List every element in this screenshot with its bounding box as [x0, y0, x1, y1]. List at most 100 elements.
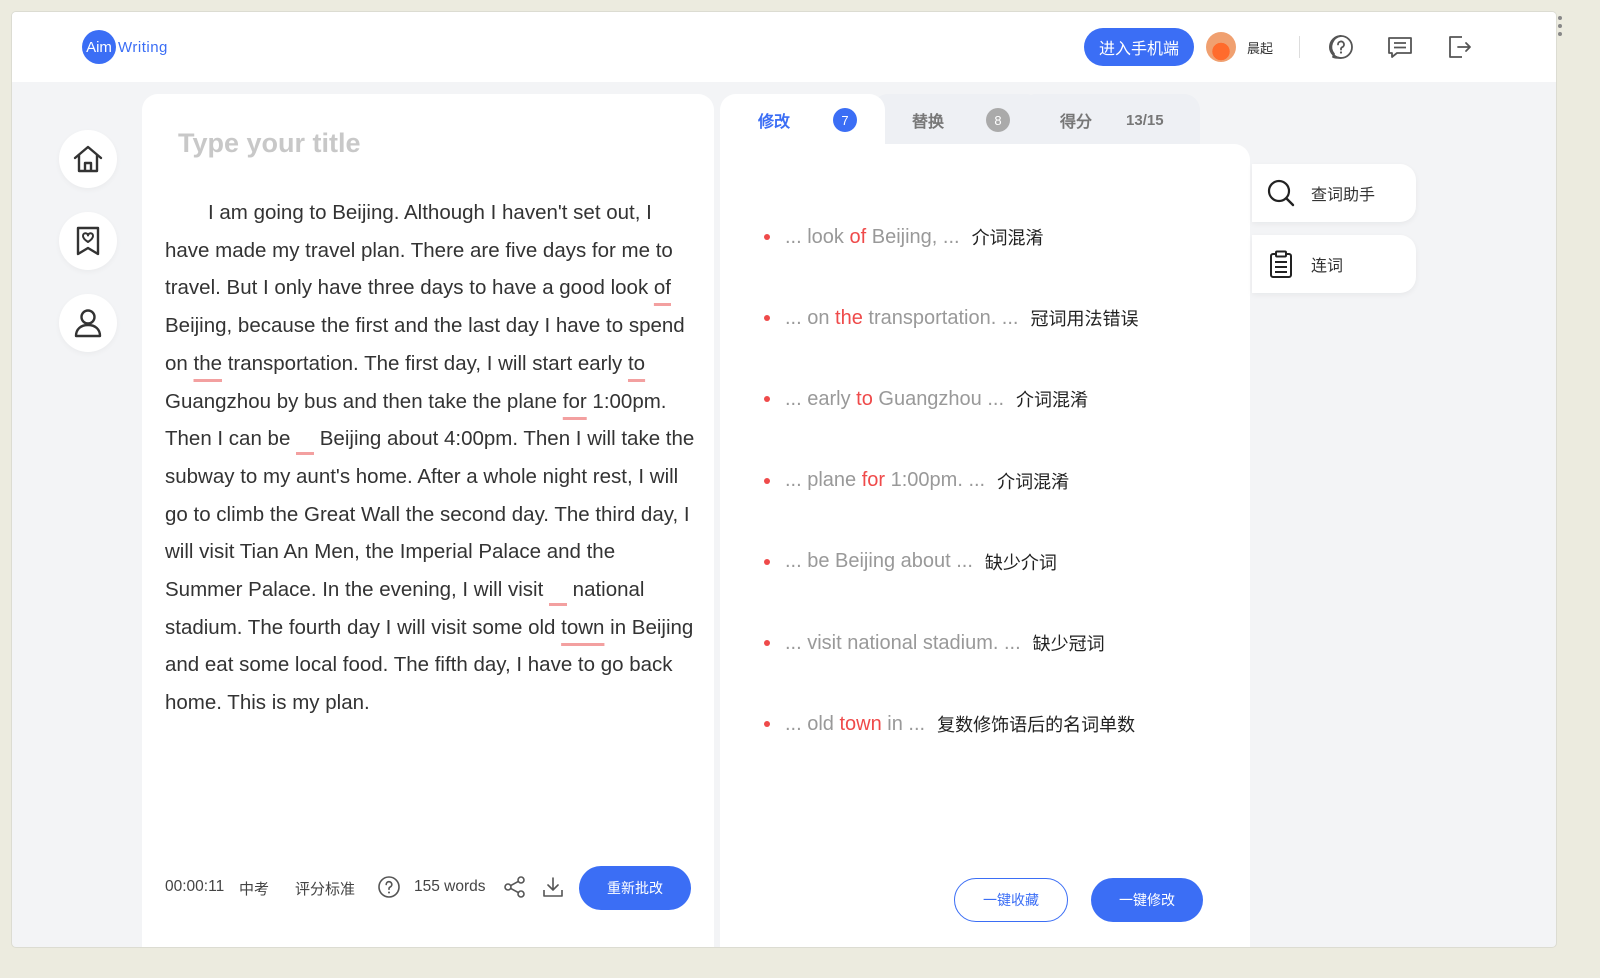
recheck-button[interactable]: 重新批改: [579, 866, 691, 910]
download-icon[interactable]: [540, 874, 566, 900]
suggestions-panel: ... look of Beijing, ... 介词混淆 ... on the t…: [720, 144, 1250, 947]
suggestion-context: ... old town in ...: [785, 713, 925, 736]
context-text: ... plane: [785, 469, 862, 492]
favorites-nav-button[interactable]: [59, 212, 117, 270]
word-lookup-tool[interactable]: 查词助手: [1252, 164, 1416, 222]
editor-footer: 00:00:11 中考 评分标准 155 words 重新批改: [165, 864, 695, 912]
suggestion-item[interactable]: ... plane for 1:00pm. ... 介词混淆: [764, 466, 1069, 496]
title-input[interactable]: Type your title: [178, 128, 361, 159]
error-type: 缺少介词: [984, 552, 1057, 574]
home-nav-button[interactable]: [59, 130, 117, 188]
bullet-dot: [764, 234, 770, 240]
logo-text: Writing: [118, 38, 168, 56]
window-menu-icon[interactable]: [1558, 16, 1564, 40]
context-text: ... visit national stadium. ...: [785, 631, 1021, 654]
collect-all-button[interactable]: 一键收藏: [954, 878, 1068, 922]
missing-word-marker[interactable]: [548, 596, 567, 607]
suggestion-context: ... on the transportation. ...: [785, 307, 1018, 330]
context-text: ... be Beijing about ...: [785, 550, 973, 573]
mobile-version-button[interactable]: 进入手机端: [1084, 28, 1194, 66]
message-icon[interactable]: [1386, 33, 1414, 61]
user-icon: [74, 309, 102, 338]
error-word: the: [835, 306, 863, 329]
suggestion-item[interactable]: ... visit national stadium. ... 缺少冠词: [764, 628, 1105, 658]
error-type: 介词混淆: [997, 471, 1070, 493]
error-type: 介词混淆: [1016, 390, 1089, 412]
error-highlight[interactable]: town: [561, 616, 604, 639]
error-type: 介词混淆: [971, 228, 1044, 249]
logout-icon[interactable]: [1445, 33, 1473, 61]
essay-text-segment: I am going to Beijing. Although I haven'…: [165, 201, 673, 300]
avatar[interactable]: [1206, 32, 1236, 62]
tool-label: 查词助手: [1311, 185, 1376, 204]
essay-text-segment: Beijing about 4:00pm. Then I will take t…: [165, 427, 695, 602]
help-bubble-icon[interactable]: [1327, 33, 1355, 61]
home-icon: [73, 145, 103, 173]
score-value: 13/15: [1126, 111, 1164, 129]
suggestion-item[interactable]: ... on the transportation. ... 冠词用法错误: [764, 303, 1138, 333]
error-word: for: [861, 469, 886, 492]
error-highlight[interactable]: to: [628, 352, 645, 375]
scoring-criteria-link[interactable]: 评分标准: [295, 878, 355, 899]
tool-label: 连词: [1311, 256, 1344, 275]
bullet-dot: [764, 558, 770, 565]
context-text: Guangzhou ...: [872, 387, 1005, 410]
error-type: 复数修饰语后的名词单数: [937, 715, 1136, 737]
context-text: transportation. ...: [862, 306, 1019, 329]
bullet-dot: [764, 640, 770, 646]
tab-label: 修改: [758, 112, 791, 131]
suggestion-context: ... be Beijing about ...: [785, 550, 973, 573]
bullet-dot: [764, 721, 770, 728]
help-circle-icon[interactable]: [376, 874, 402, 900]
revise-count-badge: 7: [833, 108, 858, 132]
bullet-dot: [764, 477, 770, 484]
replace-count-badge: 8: [986, 108, 1011, 132]
bookmark-heart-icon: [76, 226, 100, 256]
logo-mark: Aim: [82, 30, 116, 64]
tab-replace[interactable]: 替换 8: [872, 94, 1042, 146]
essay-text-segment: Guangzhou by bus and then take the plane: [165, 389, 563, 413]
error-highlight[interactable]: for: [563, 390, 587, 413]
connectives-tool[interactable]: 连词: [1252, 235, 1416, 293]
username[interactable]: 晨起: [1247, 38, 1273, 57]
essay-text-segment: transportation. The first day, I will st…: [222, 351, 628, 375]
missing-word-marker[interactable]: [296, 445, 315, 456]
logo[interactable]: Aim Writing: [82, 30, 168, 64]
share-icon[interactable]: [502, 874, 528, 900]
suggestion-context: ... look of Beijing, ...: [785, 226, 960, 249]
suggestion-item[interactable]: ... look of Beijing, ... 介词混淆: [764, 222, 1044, 252]
error-highlight[interactable]: of: [654, 276, 671, 299]
suggestion-context: ... plane for 1:00pm. ...: [785, 469, 985, 492]
error-word: to: [856, 387, 873, 410]
suggestion-item[interactable]: ... be Beijing about ... 缺少介词: [764, 547, 1057, 577]
suggestion-item[interactable]: ... old town in ... 复数修饰语后的名词单数: [764, 709, 1135, 739]
context-text: Beijing, ...: [866, 225, 960, 248]
tab-revise[interactable]: 修改 7: [720, 94, 885, 146]
context-text: ... look: [785, 225, 850, 248]
tab-label: 得分: [1060, 112, 1093, 131]
context-text: ... early: [785, 387, 857, 410]
word-count: 155 words: [414, 878, 486, 895]
profile-nav-button[interactable]: [59, 294, 117, 352]
essay-text[interactable]: I am going to Beijing. Although I haven'…: [165, 194, 695, 722]
context-text: ... old: [785, 712, 840, 735]
error-type: 缺少冠词: [1032, 634, 1105, 655]
clipboard-icon: [1270, 250, 1292, 278]
result-tabs: 得分 13/15 替换 8 修改 7: [720, 94, 1200, 146]
fix-all-button[interactable]: 一键修改: [1091, 878, 1203, 922]
error-type: 冠词用法错误: [1030, 309, 1139, 331]
header-divider: [1299, 36, 1300, 58]
app-window: Aim Writing 进入手机端 晨起 Type your title I a…: [12, 12, 1556, 947]
suggestion-context: ... visit national stadium. ...: [785, 632, 1021, 655]
context-text: ... on: [785, 306, 836, 329]
error-word: town: [839, 712, 882, 735]
tab-score[interactable]: 得分 13/15: [1020, 94, 1200, 146]
suggestion-item[interactable]: ... early to Guangzhou ... 介词混淆: [764, 384, 1088, 414]
context-text: in ...: [881, 712, 926, 735]
exam-level[interactable]: 中考: [239, 878, 269, 899]
top-bar: Aim Writing 进入手机端 晨起: [12, 12, 1556, 82]
timer: 00:00:11: [165, 878, 225, 895]
search-icon: [1267, 179, 1295, 207]
error-word: of: [849, 225, 867, 248]
error-highlight[interactable]: the: [194, 352, 223, 375]
